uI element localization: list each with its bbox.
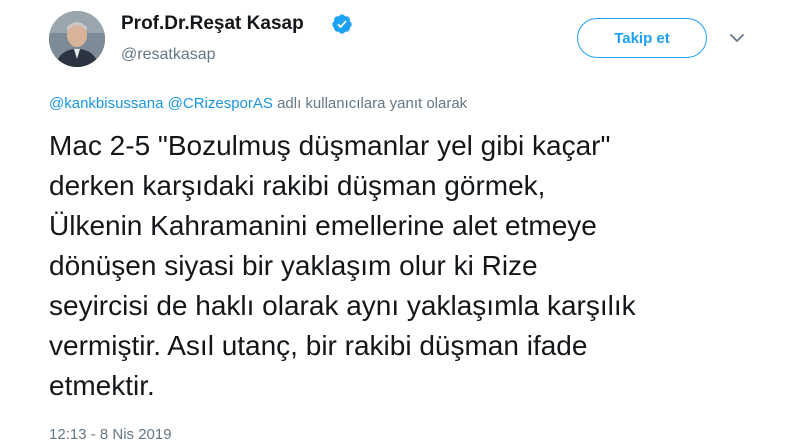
follow-button[interactable]: Takip et bbox=[577, 18, 707, 58]
tweet-text-line: vermiştir. Asıl utanç, bir rakibi düşman… bbox=[49, 330, 588, 361]
verified-badge-icon bbox=[332, 14, 352, 34]
timestamp[interactable]: 12:13 - 8 Nis 2019 bbox=[49, 425, 172, 445]
tweet-text-line: Ülkenin Kahramanini emellerine alet etme… bbox=[49, 210, 597, 241]
tweet-text-line: seyircisi de haklı olarak aynı yaklaşıml… bbox=[49, 290, 636, 321]
tweet-text-line: Mac 2-5 "Bozulmuş düşmanlar yel gibi kaç… bbox=[49, 130, 611, 161]
mention-link[interactable]: @CRizesporAS bbox=[168, 95, 273, 112]
tweet-text-line: derken karşıdaki rakibi düşman görmek, bbox=[49, 170, 546, 201]
mention-link[interactable]: @kankbisussana bbox=[49, 95, 163, 112]
avatar[interactable] bbox=[49, 11, 105, 67]
tweet-text-line: dönüşen siyasi bir yaklaşım olur ki Rize bbox=[49, 250, 538, 281]
user-handle[interactable]: @resatkasap bbox=[121, 45, 216, 65]
reply-context-label: adlı kullanıcılara yanıt olarak bbox=[272, 95, 468, 112]
tweet-text-line: etmektir. bbox=[49, 370, 155, 401]
display-name[interactable]: Prof.Dr.Reşat Kasap bbox=[121, 12, 304, 36]
chevron-down-icon[interactable] bbox=[727, 30, 747, 46]
tweet-text: Mac 2-5 "Bozulmuş düşmanlar yel gibi kaç… bbox=[49, 126, 789, 406]
reply-context: @kankbisussana @CRizesporAS adlı kullanı… bbox=[49, 94, 467, 114]
